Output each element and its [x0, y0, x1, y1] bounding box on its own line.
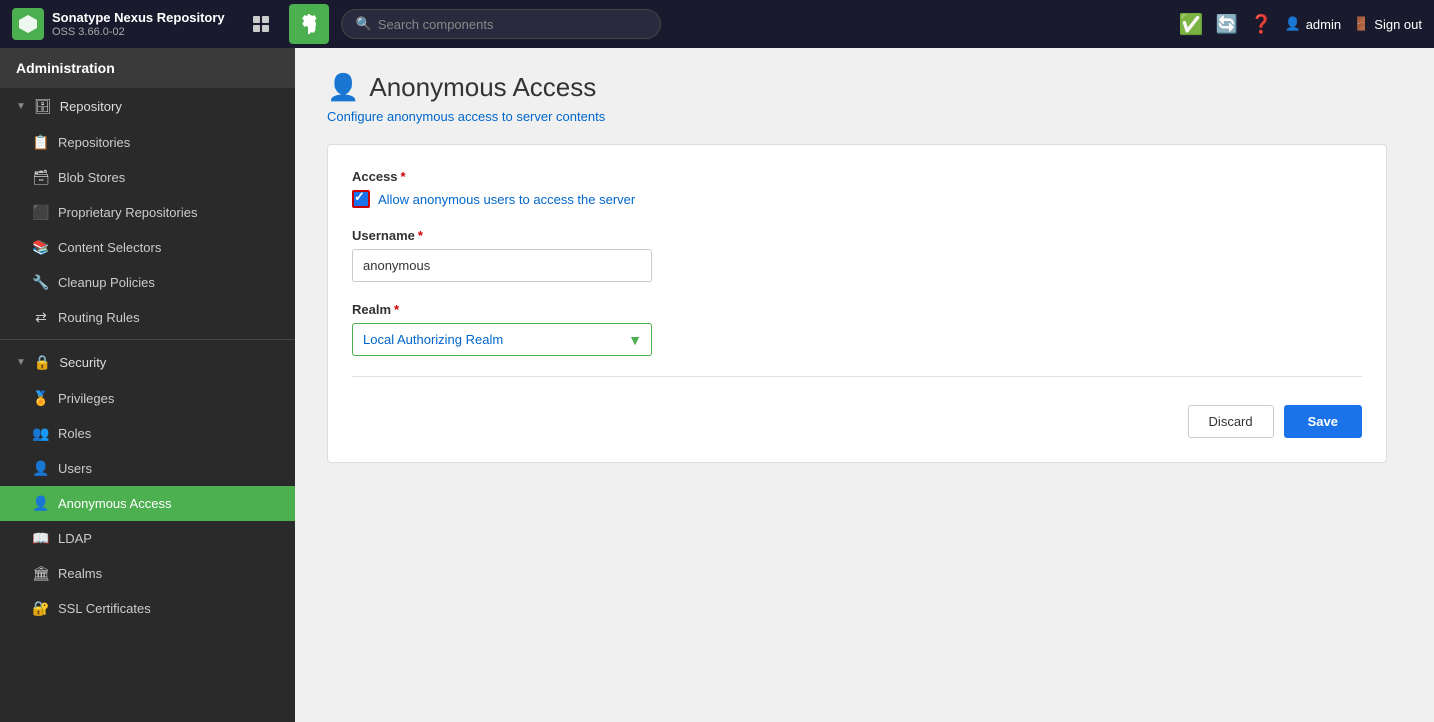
users-icon: 👤	[32, 460, 50, 477]
blob-stores-icon: 🗃	[32, 169, 50, 186]
sidebar-item-label: Roles	[58, 426, 91, 441]
chevron-down-icon: ▼	[16, 101, 26, 112]
search-placeholder: Search components	[378, 17, 494, 32]
sidebar-header: Administration	[0, 48, 295, 88]
discard-button[interactable]: Discard	[1188, 405, 1274, 438]
brand-text-area: Sonatype Nexus Repository OSS 3.66.0-02	[52, 10, 225, 38]
sidebar-item-label: SSL Certificates	[58, 601, 151, 616]
sidebar-item-label: Blob Stores	[58, 170, 125, 185]
cleanup-policies-icon: 🔧	[32, 274, 50, 291]
sidebar-item-ssl-certificates[interactable]: 🔐 SSL Certificates	[0, 591, 295, 626]
sidebar-item-label: Repositories	[58, 135, 130, 150]
form-actions: Discard Save	[352, 397, 1362, 438]
signout-label: Sign out	[1374, 17, 1422, 32]
nav-right-area: ✅ 🔄 ❓ 👤 admin 🚪 Sign out	[1179, 12, 1422, 37]
security-section-label: Security	[59, 355, 106, 370]
main-content: 👤 Anonymous Access Configure anonymous a…	[295, 48, 1434, 722]
settings-icon-button[interactable]	[289, 4, 329, 44]
sidebar-section-repository[interactable]: ▼ 🗄 Repository	[0, 88, 295, 125]
sidebar-item-routing-rules[interactable]: ⇄ Routing Rules	[0, 300, 295, 335]
sidebar-item-repositories[interactable]: 📋 Repositories	[0, 125, 295, 160]
sidebar-item-proprietary-repos[interactable]: ⬛ Proprietary Repositories	[0, 195, 295, 230]
sidebar: Administration ▼ 🗄 Repository 📋 Reposito…	[0, 48, 295, 722]
access-label: Access *	[352, 169, 1362, 184]
sidebar-item-label: Cleanup Policies	[58, 275, 155, 290]
main-layout: Administration ▼ 🗄 Repository 📋 Reposito…	[0, 48, 1434, 722]
brand-logo-area: Sonatype Nexus Repository OSS 3.66.0-02	[12, 8, 225, 40]
access-required: *	[401, 169, 406, 184]
routing-rules-icon: ⇄	[32, 309, 50, 326]
user-name: admin	[1306, 17, 1341, 32]
repositories-icon: 📋	[32, 134, 50, 151]
proprietary-repos-icon: ⬛	[32, 204, 50, 221]
ssl-certificates-icon: 🔐	[32, 600, 50, 617]
access-checkbox[interactable]	[352, 190, 370, 208]
search-box[interactable]: 🔍 Search components	[341, 9, 661, 39]
brand-name: Sonatype Nexus Repository	[52, 10, 225, 26]
user-menu[interactable]: 👤 admin	[1285, 16, 1342, 32]
realm-required: *	[394, 302, 399, 317]
access-checkbox-wrapper[interactable]	[352, 190, 370, 208]
ldap-icon: 📖	[32, 530, 50, 547]
roles-icon: 👥	[32, 425, 50, 442]
sidebar-item-label: LDAP	[58, 531, 92, 546]
top-navigation: Sonatype Nexus Repository OSS 3.66.0-02 …	[0, 0, 1434, 48]
username-label: Username *	[352, 228, 1362, 243]
sidebar-item-label: Users	[58, 461, 92, 476]
anonymous-access-icon: 👤	[32, 495, 50, 512]
realm-label: Realm *	[352, 302, 1362, 317]
sidebar-item-content-selectors[interactable]: 📚 Content Selectors	[0, 230, 295, 265]
page-header: 👤 Anonymous Access	[327, 72, 1402, 103]
sidebar-item-label: Anonymous Access	[58, 496, 171, 511]
sidebar-item-privileges[interactable]: 🏅 Privileges	[0, 381, 295, 416]
username-input[interactable]	[352, 249, 652, 282]
access-group: Access * Allow anonymous users to access…	[352, 169, 1362, 208]
help-icon[interactable]: ❓	[1250, 14, 1272, 35]
realm-select[interactable]: Local Authorizing Realm Default Role Rea…	[352, 323, 652, 356]
username-group: Username *	[352, 228, 1362, 282]
sign-out-button[interactable]: 🚪 Sign out	[1353, 16, 1422, 32]
sidebar-item-roles[interactable]: 👥 Roles	[0, 416, 295, 451]
user-avatar-icon: 👤	[1285, 16, 1301, 32]
page-title-icon: 👤	[327, 72, 359, 103]
page-subtitle: Configure anonymous access to server con…	[327, 109, 1402, 124]
repository-section-icon: 🗄	[34, 98, 52, 115]
sidebar-item-users[interactable]: 👤 Users	[0, 451, 295, 486]
status-icon: ✅	[1179, 12, 1204, 37]
sidebar-item-label: Proprietary Repositories	[58, 205, 197, 220]
sidebar-item-cleanup-policies[interactable]: 🔧 Cleanup Policies	[0, 265, 295, 300]
form-card: Access * Allow anonymous users to access…	[327, 144, 1387, 463]
browse-icon-button[interactable]	[241, 4, 281, 44]
brand-version: OSS 3.66.0-02	[52, 26, 225, 38]
username-required: *	[418, 228, 423, 243]
access-checkbox-label[interactable]: Allow anonymous users to access the serv…	[378, 192, 635, 207]
realms-icon: 🏛	[32, 565, 50, 582]
privileges-icon: 🏅	[32, 390, 50, 407]
realm-group: Realm * Local Authorizing Realm Default …	[352, 302, 1362, 356]
sidebar-item-ldap[interactable]: 📖 LDAP	[0, 521, 295, 556]
chevron-down-icon: ▼	[16, 357, 26, 368]
sidebar-item-realms[interactable]: 🏛 Realms	[0, 556, 295, 591]
repository-section-label: Repository	[60, 99, 122, 114]
sidebar-section-security[interactable]: ▼ 🔒 Security	[0, 344, 295, 381]
brand-logo-icon	[12, 8, 44, 40]
page-title: Anonymous Access	[369, 72, 596, 103]
search-icon: 🔍	[356, 16, 372, 32]
signout-icon: 🚪	[1353, 16, 1369, 32]
form-divider	[352, 376, 1362, 377]
sidebar-item-label: Realms	[58, 566, 102, 581]
sidebar-item-label: Privileges	[58, 391, 114, 406]
sidebar-item-label: Routing Rules	[58, 310, 140, 325]
sidebar-item-anonymous-access[interactable]: 👤 Anonymous Access	[0, 486, 295, 521]
refresh-icon[interactable]: 🔄	[1216, 14, 1238, 35]
sidebar-item-blob-stores[interactable]: 🗃 Blob Stores	[0, 160, 295, 195]
content-selectors-icon: 📚	[32, 239, 50, 256]
realm-select-wrapper: Local Authorizing Realm Default Role Rea…	[352, 323, 652, 356]
security-section-icon: 🔒	[34, 354, 51, 371]
sidebar-item-label: Content Selectors	[58, 240, 161, 255]
checkbox-row: Allow anonymous users to access the serv…	[352, 190, 1362, 208]
sidebar-divider-1	[0, 339, 295, 340]
save-button[interactable]: Save	[1284, 405, 1362, 438]
